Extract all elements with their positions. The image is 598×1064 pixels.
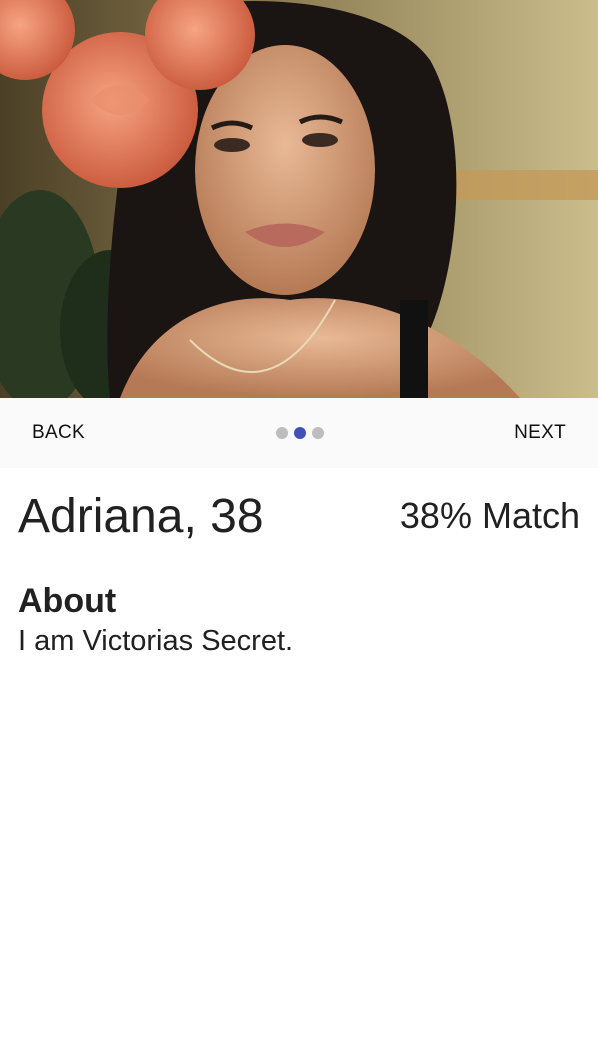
profile-photo	[0, 0, 598, 398]
next-button[interactable]: NEXT	[496, 414, 584, 452]
back-button[interactable]: BACK	[14, 414, 103, 452]
match-percentage: 38% Match	[399, 495, 580, 536]
step-dot-1	[275, 427, 288, 439]
step-dot-3	[311, 427, 324, 439]
about-text: I am Victorias Secret.	[18, 625, 294, 657]
profile-header: Adriana, 38 38% Match	[18, 468, 580, 564]
profile-name-age: Adriana, 38	[18, 489, 264, 543]
step-dot-2	[293, 427, 306, 439]
about-heading: About	[18, 582, 117, 620]
mobile-stepper: BACK NEXT	[0, 398, 598, 468]
profile-content: Adriana, 38 38% Match About I am Victori…	[0, 468, 598, 658]
step-dots	[275, 427, 324, 439]
